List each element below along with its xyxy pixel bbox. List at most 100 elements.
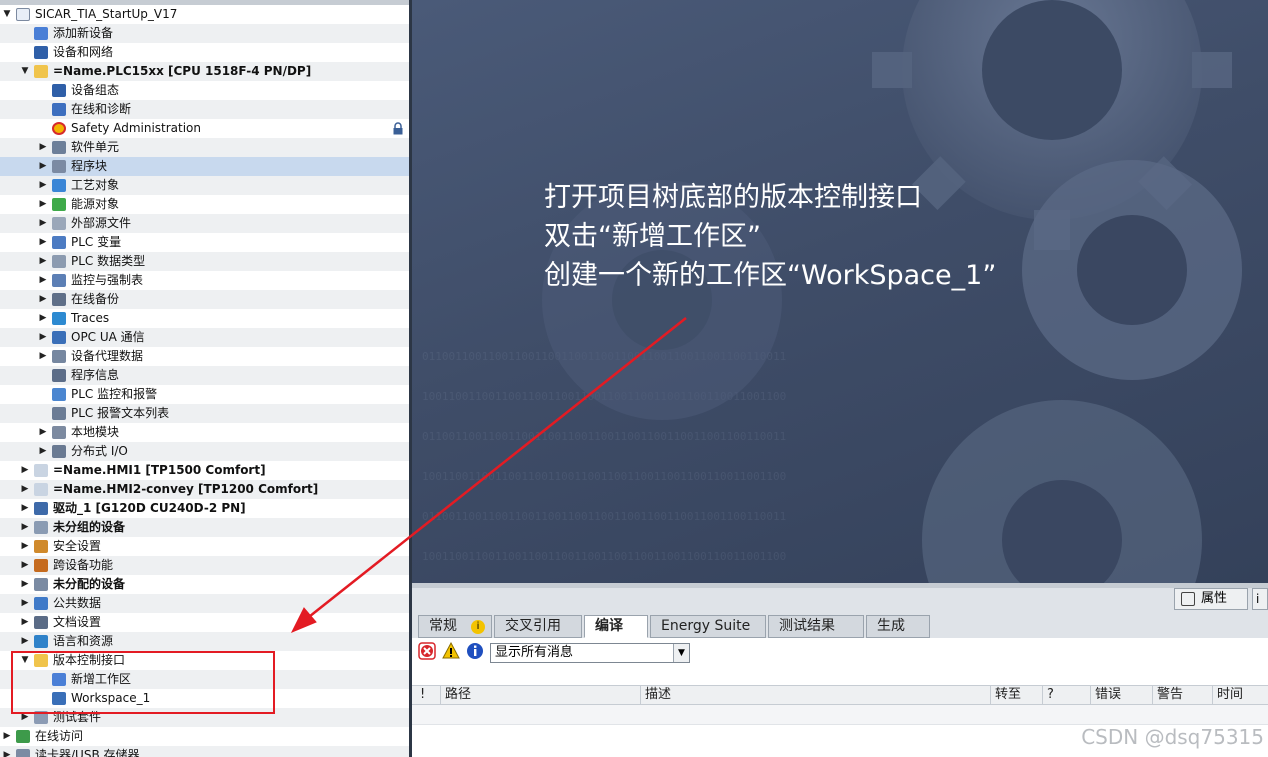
alarm-text-icon [52, 407, 66, 420]
column-header[interactable]: 时间 [1212, 686, 1268, 704]
hmi-icon [34, 464, 48, 477]
properties-button[interactable]: 属性 [1174, 588, 1248, 610]
collapse-arrow-icon[interactable]: ▼ [20, 62, 30, 81]
expand-arrow-icon[interactable]: ▶ [20, 461, 30, 480]
expand-arrow-icon[interactable]: ▶ [38, 423, 48, 442]
inspector-tab[interactable]: Energy Suite [650, 615, 766, 638]
expand-arrow-icon[interactable]: ▶ [38, 157, 48, 176]
gear-bottom-right [922, 400, 1202, 583]
expand-arrow-icon[interactable]: ▶ [20, 632, 30, 651]
expand-arrow-icon[interactable]: ▶ [38, 328, 48, 347]
expand-arrow-icon[interactable]: ▶ [20, 594, 30, 613]
tree-item[interactable]: 设备和网络 [0, 43, 409, 62]
error-filter-icon[interactable] [418, 642, 436, 660]
drive-icon [34, 502, 48, 515]
expand-arrow-icon[interactable]: ▶ [38, 309, 48, 328]
column-header[interactable]: 路径 [440, 686, 640, 704]
expand-arrow-icon[interactable]: ▶ [38, 195, 48, 214]
expand-arrow-icon[interactable]: ▶ [38, 138, 48, 157]
expand-arrow-icon[interactable]: ▶ [38, 176, 48, 195]
expand-arrow-icon[interactable]: ▶ [20, 537, 30, 556]
tree-item[interactable]: ▶ 语言和资源 [0, 632, 409, 651]
annotation-text: 打开项目树底部的版本控制接口 双击“新增工作区” 创建一个新的工作区“WorkS… [544, 178, 996, 295]
tree-item[interactable]: ▶ =Name.HMI2-convey [TP1200 Comfort] [0, 480, 409, 499]
inspector-tab[interactable]: 测试结果 [768, 615, 864, 638]
inspector-tab[interactable]: 生成 [866, 615, 930, 638]
column-header[interactable]: 错误 [1090, 686, 1152, 704]
tree-item[interactable]: ▶ 未分配的设备 [0, 575, 409, 594]
tree-item[interactable]: ▶ 外部源文件 [0, 214, 409, 233]
tree-item-label: 文档设置 [53, 615, 102, 629]
tree-item-label: 设备和网络 [53, 45, 114, 59]
column-header[interactable]: 转至 [990, 686, 1042, 704]
column-header[interactable]: ? [1042, 686, 1090, 704]
message-filter-select[interactable]: 显示所有消息 ▼ [490, 643, 690, 663]
expand-arrow-icon[interactable]: ▶ [38, 290, 48, 309]
tree-item[interactable]: ▶ 工艺对象 [0, 176, 409, 195]
tree-item[interactable]: ▶ 在线访问 [0, 727, 409, 746]
tree-item[interactable]: ▶ 跨设备功能 [0, 556, 409, 575]
expand-arrow-icon[interactable]: ▶ [2, 746, 12, 757]
tree-item[interactable]: ▶ 分布式 I/O [0, 442, 409, 461]
expand-arrow-icon[interactable]: ▶ [38, 233, 48, 252]
expand-arrow-icon[interactable]: ▶ [38, 442, 48, 461]
info-button[interactable]: i [1252, 588, 1268, 610]
chevron-down-icon[interactable]: ▼ [673, 644, 689, 662]
column-header[interactable]: ! [416, 686, 440, 704]
column-header[interactable]: 警告 [1152, 686, 1212, 704]
warning-filter-icon[interactable] [442, 642, 460, 660]
tree-item[interactable]: ▶ 文档设置 [0, 613, 409, 632]
tree-item[interactable]: ▶ PLC 数据类型 [0, 252, 409, 271]
tree-item[interactable]: ▶ 未分组的设备 [0, 518, 409, 537]
card-reader-icon [16, 749, 30, 757]
expand-arrow-icon[interactable]: ▶ [38, 252, 48, 271]
tree-item[interactable]: Safety Administration [0, 119, 409, 138]
tree-item[interactable]: ▼ =Name.PLC15xx [CPU 1518F-4 PN/DP] [0, 62, 409, 81]
tree-item[interactable]: ▶ 读卡器/USB 存储器 [0, 746, 409, 757]
tree-item[interactable]: ▶ 驱动_1 [G120D CU240D-2 PN] [0, 499, 409, 518]
tree-item[interactable]: ▶ 程序块 [0, 157, 409, 176]
tree-item[interactable]: ▶ 安全设置 [0, 537, 409, 556]
tree-item[interactable]: ▶ Traces [0, 309, 409, 328]
plc-tags-icon [52, 236, 66, 249]
tree-item[interactable]: PLC 监控和报警 [0, 385, 409, 404]
tree-item[interactable]: ▶ 监控与强制表 [0, 271, 409, 290]
tree-item[interactable]: ▶ 设备代理数据 [0, 347, 409, 366]
tree-item[interactable]: ▶ 能源对象 [0, 195, 409, 214]
tree-item[interactable]: ▶ 软件单元 [0, 138, 409, 157]
expand-arrow-icon[interactable]: ▶ [38, 271, 48, 290]
expand-arrow-icon[interactable]: ▶ [38, 214, 48, 233]
inspector-tab[interactable]: 常规 i [418, 615, 492, 638]
collapse-arrow-icon[interactable]: ▼ [2, 5, 12, 24]
column-header[interactable]: 描述 [640, 686, 990, 704]
tree-item-label: 分布式 I/O [71, 444, 128, 458]
tree-item[interactable]: 添加新设备 [0, 24, 409, 43]
expand-arrow-icon[interactable]: ▶ [20, 556, 30, 575]
inspector-tab[interactable]: 交叉引用 [494, 615, 582, 638]
expand-arrow-icon[interactable]: ▶ [2, 727, 12, 746]
tree-item[interactable]: ▼ SICAR_TIA_StartUp_V17 [0, 5, 409, 24]
info-filter-icon[interactable] [466, 642, 484, 660]
expand-arrow-icon[interactable]: ▶ [20, 480, 30, 499]
tree-item[interactable]: ▶ 本地模块 [0, 423, 409, 442]
tree-item[interactable]: PLC 报警文本列表 [0, 404, 409, 423]
expand-arrow-icon[interactable]: ▶ [20, 613, 30, 632]
expand-arrow-icon[interactable]: ▶ [20, 499, 30, 518]
tree-item[interactable]: ▶ PLC 变量 [0, 233, 409, 252]
expand-arrow-icon[interactable]: ▶ [20, 575, 30, 594]
tree-item[interactable]: 在线和诊断 [0, 100, 409, 119]
tree-item[interactable]: ▶ OPC UA 通信 [0, 328, 409, 347]
tree-item[interactable]: ▶ =Name.HMI1 [TP1500 Comfort] [0, 461, 409, 480]
expand-arrow-icon[interactable]: ▶ [38, 347, 48, 366]
tree-item[interactable]: 设备组态 [0, 81, 409, 100]
lock-icon [393, 122, 403, 135]
tree-item[interactable]: ▶ 在线备份 [0, 290, 409, 309]
ungrouped-devices-icon [34, 521, 48, 534]
tree-item[interactable]: 程序信息 [0, 366, 409, 385]
expand-arrow-icon[interactable]: ▶ [20, 518, 30, 537]
tree-item[interactable]: ▶ 公共数据 [0, 594, 409, 613]
documentation-settings-icon [34, 616, 48, 629]
tree-item-label: 外部源文件 [71, 216, 132, 230]
project-tree: ▼ SICAR_TIA_StartUp_V17 添加新设备设备和网络 ▼ =Name.P… [0, 0, 409, 757]
inspector-tab[interactable]: 编译 [584, 615, 648, 638]
